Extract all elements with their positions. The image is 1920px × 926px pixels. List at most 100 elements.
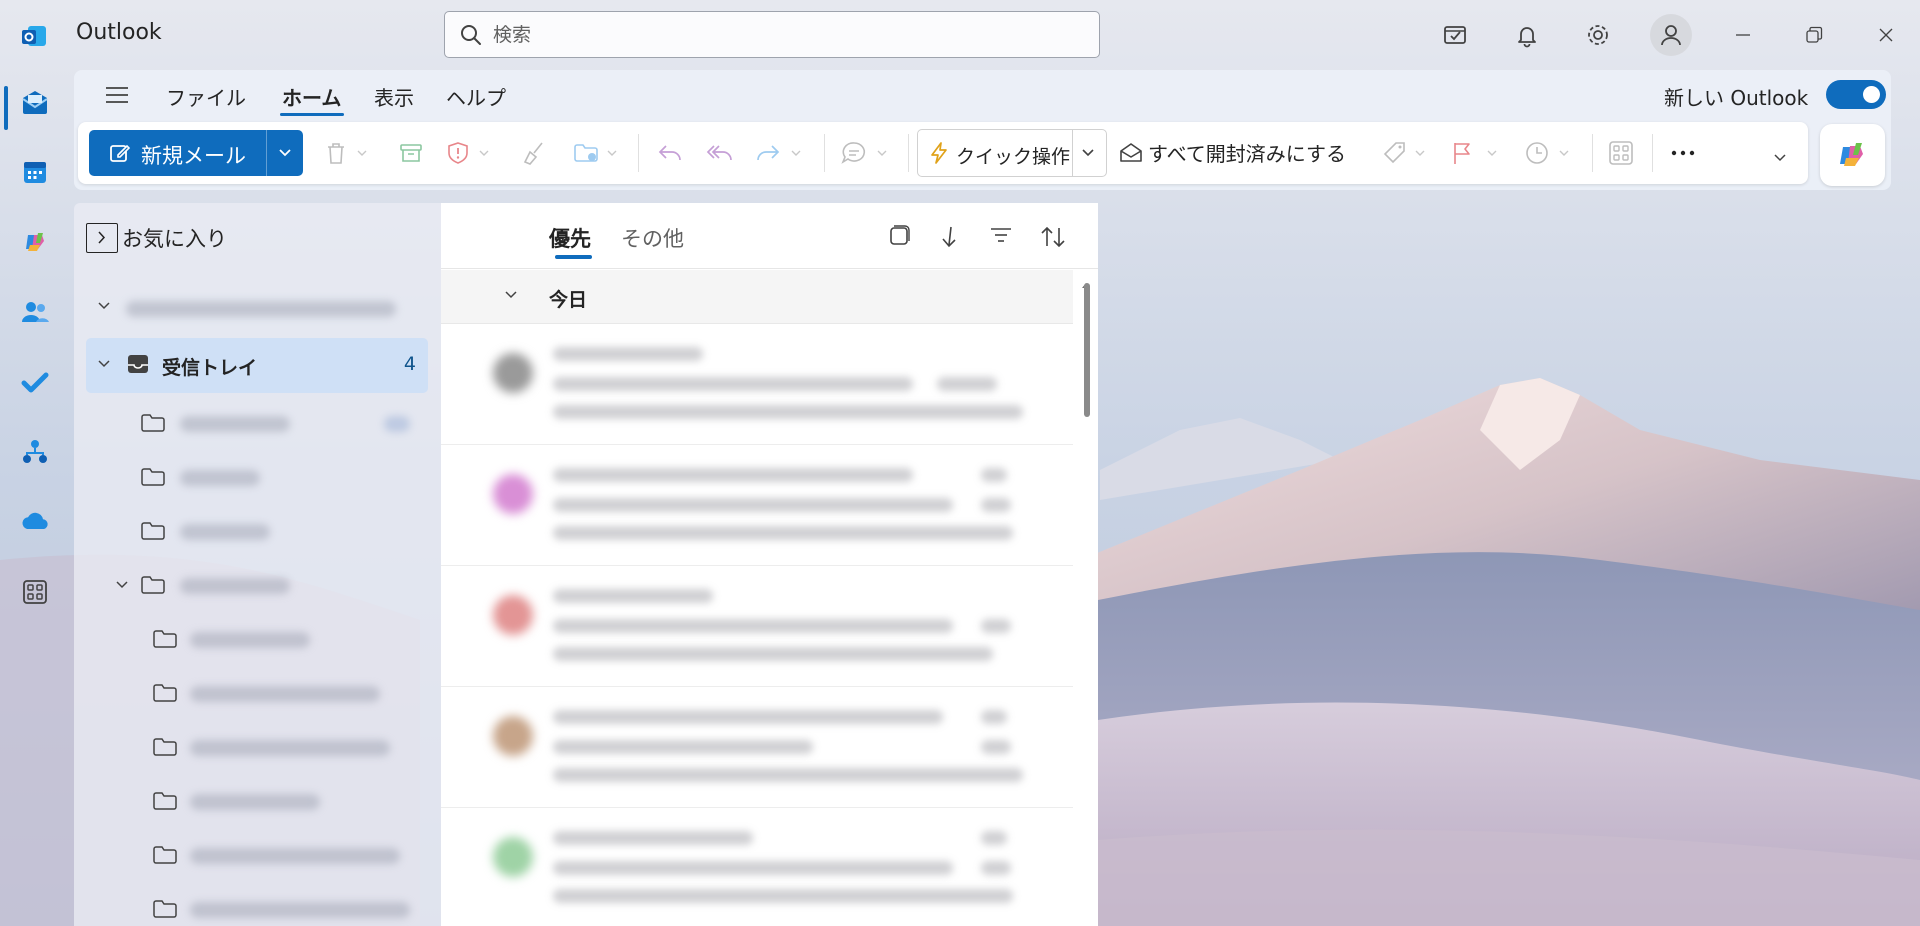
folder-icon (140, 412, 166, 438)
folder-item[interactable] (114, 570, 430, 600)
sender-blurred (553, 468, 913, 482)
jump-arrow-down-icon[interactable] (939, 224, 961, 254)
quick-actions-label: クイック操作 (956, 146, 1071, 168)
preview-blurred (553, 768, 1023, 782)
favorites-label: お気に入り (122, 227, 227, 251)
menu-help[interactable]: ヘルプ (446, 82, 506, 111)
time-blurred (981, 498, 1011, 512)
menu-file[interactable]: ファイル (166, 82, 246, 111)
inbox-label: 受信トレイ (162, 357, 258, 379)
flag-icon[interactable] (1450, 137, 1498, 169)
menu-home[interactable]: ホーム (282, 82, 341, 111)
select-mode-icon[interactable] (887, 224, 911, 252)
preview-blurred (553, 526, 1013, 540)
list-item[interactable] (441, 446, 1073, 566)
todo-icon[interactable] (17, 364, 53, 400)
report-icon[interactable] (446, 137, 490, 169)
list-item[interactable] (441, 567, 1073, 687)
subject-blurred (553, 740, 813, 754)
mail-icon[interactable] (17, 84, 53, 120)
minimize-icon[interactable] (1726, 18, 1760, 52)
ribbon: ファイル ホーム 表示 ヘルプ 新しい Outlook 新規メール クイック操作… (74, 70, 1891, 190)
account-icon[interactable] (1650, 14, 1692, 56)
folder-item[interactable] (152, 840, 430, 870)
folder-item[interactable] (152, 786, 430, 816)
delete-icon[interactable] (324, 137, 368, 169)
folder-count-blurred (384, 416, 410, 432)
folder-name-blurred (190, 794, 320, 810)
folder-icon (152, 898, 178, 924)
ribbon-expand-chevron-icon[interactable] (1772, 142, 1788, 174)
chevron-down-icon[interactable] (503, 289, 519, 305)
chevron-down-icon[interactable] (96, 358, 112, 374)
apps-grid-icon[interactable] (1608, 137, 1634, 169)
snooze-clock-icon[interactable] (1524, 137, 1570, 169)
sender-blurred (553, 347, 703, 361)
new-mail-button[interactable]: 新規メール (89, 130, 303, 176)
mark-all-read-button[interactable]: すべて開封済みにする (1148, 138, 1346, 167)
folder-item[interactable] (152, 732, 430, 762)
close-icon[interactable] (1869, 18, 1903, 52)
chevron-down-icon[interactable] (96, 300, 112, 316)
tab-other[interactable]: その他 (621, 223, 684, 253)
search-box[interactable] (444, 11, 1100, 58)
list-item[interactable] (441, 688, 1073, 808)
folder-name-blurred (180, 524, 270, 540)
settings-icon[interactable] (1581, 18, 1615, 52)
subject-blurred (553, 861, 953, 875)
folder-item[interactable] (140, 462, 430, 492)
avatar (493, 837, 533, 877)
copilot-button[interactable] (1820, 124, 1885, 186)
bell-icon[interactable] (1510, 18, 1544, 52)
sidebar-item-inbox[interactable]: 受信トレイ 4 (86, 338, 428, 393)
folder-item[interactable] (152, 894, 430, 924)
onedrive-icon[interactable] (17, 504, 53, 540)
people-icon[interactable] (17, 294, 53, 330)
folder-item[interactable] (152, 624, 430, 654)
sort-icon[interactable] (1039, 224, 1067, 254)
expand-favorites-icon[interactable] (86, 223, 118, 253)
preview-blurred (553, 405, 1023, 419)
folder-name-blurred (190, 902, 410, 918)
calendar-icon[interactable] (17, 154, 53, 190)
envelope-open-icon (1118, 137, 1144, 169)
list-item[interactable] (441, 325, 1073, 445)
ribbon-menu: ファイル ホーム 表示 ヘルプ 新しい Outlook (74, 70, 1891, 120)
chevron-down-icon[interactable] (1080, 146, 1096, 164)
chat-icon[interactable] (840, 137, 888, 169)
account-name-blurred (126, 301, 396, 317)
new-outlook-toggle[interactable] (1826, 80, 1886, 109)
group-header-today[interactable]: 今日 (441, 270, 1073, 324)
quick-actions-button[interactable]: クイック操作 (917, 129, 1107, 177)
chevron-down-icon[interactable] (114, 579, 130, 595)
chevron-down-icon[interactable] (277, 146, 293, 164)
subject-blurred (553, 498, 953, 512)
copilot-icon[interactable] (17, 224, 53, 260)
lightning-icon (928, 141, 950, 169)
folder-name-blurred (180, 470, 260, 486)
archive-icon[interactable] (398, 137, 424, 169)
reply-all-icon[interactable] (704, 137, 734, 169)
more-options-icon[interactable] (1670, 137, 1696, 169)
filter-icon[interactable] (989, 224, 1013, 250)
sender-blurred (553, 589, 713, 603)
folder-item[interactable] (152, 678, 430, 708)
move-to-folder-icon[interactable] (572, 137, 618, 169)
apps-icon[interactable] (17, 574, 53, 610)
scrollbar-thumb[interactable] (1084, 283, 1090, 417)
restore-icon[interactable] (1797, 18, 1831, 52)
tag-icon[interactable] (1382, 137, 1426, 169)
forward-icon[interactable] (754, 137, 802, 169)
list-item[interactable] (441, 809, 1073, 926)
tab-focused[interactable]: 優先 (549, 223, 591, 253)
search-input[interactable] (493, 20, 1073, 50)
tasks-icon[interactable] (1438, 18, 1472, 52)
toolbar-separator (1592, 134, 1593, 172)
sweep-icon[interactable] (522, 137, 548, 169)
folder-item[interactable] (140, 408, 430, 438)
hamburger-menu-icon[interactable] (104, 84, 130, 110)
org-explorer-icon[interactable] (17, 434, 53, 470)
reply-icon[interactable] (656, 137, 684, 169)
menu-view[interactable]: 表示 (374, 82, 414, 111)
folder-item[interactable] (140, 516, 430, 546)
